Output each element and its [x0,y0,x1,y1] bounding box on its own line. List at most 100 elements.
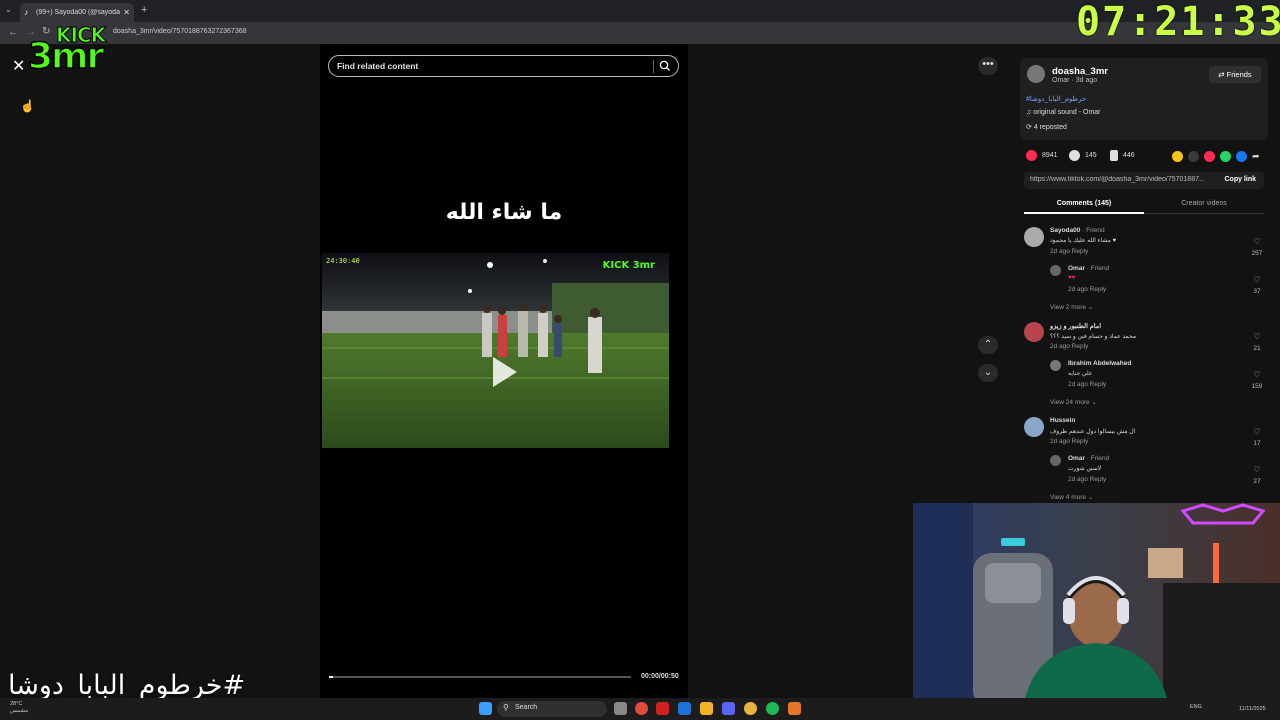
browser-tab[interactable]: ♪ (99+) Sayoda00 (@sayoda0001) ✕ [20,3,134,22]
next-video-icon[interactable]: ⌄ [978,364,998,382]
emoji-share-icon[interactable] [1172,151,1183,162]
avatar[interactable] [1024,227,1044,247]
tab-comments[interactable]: Comments (145) [1024,200,1144,207]
send-icon[interactable] [1204,151,1215,162]
avatar[interactable] [1050,360,1061,371]
search-divider [653,60,654,73]
video-progress-fill [329,676,333,678]
weather-desc: مشمس [10,708,29,714]
previous-video-icon[interactable]: ⌃ [978,336,998,354]
comment-meta[interactable]: 2d ago Reply [1050,248,1088,255]
like-icon[interactable]: ♡ [1249,275,1265,284]
like-icon[interactable]: ♡ [1249,332,1265,341]
view-more-replies[interactable]: View 4 more ⌄ [1050,493,1093,501]
avatar[interactable] [1050,455,1061,466]
close-icon[interactable]: ✕ [12,56,25,76]
comment-author[interactable]: Omar · Friend [1068,455,1109,462]
search-icon[interactable] [658,59,672,73]
comments-count: 145 [1085,152,1097,159]
taskbar-date[interactable]: 11/11/2025 [1239,706,1266,712]
like-stat[interactable]: 8941 [1026,150,1058,161]
share-arrow-icon[interactable]: ➦ [1252,151,1263,162]
comment-meta[interactable]: 2d ago Reply [1068,476,1106,483]
tab-creator-videos[interactable]: Creator videos [1144,200,1264,207]
weather-widget[interactable]: 28°C مشمس [10,701,28,715]
comment-author[interactable]: امام الطنبور و زيزو [1050,322,1101,330]
avatar[interactable] [1024,417,1044,437]
comment-author-name: امام الطنبور و زيزو [1050,323,1102,330]
heart-icon [1026,150,1037,161]
search-icon: ⚲ [503,703,509,712]
comment-text: ♥♥ [1068,275,1076,281]
comment-stat[interactable]: 145 [1069,150,1097,161]
tab-list-icon[interactable]: ⌄ [5,5,12,14]
discord-icon[interactable] [722,702,735,715]
app-icon[interactable] [635,702,648,715]
friends-icon: ⇄ [1218,70,1227,79]
app-icon[interactable] [788,702,801,715]
whatsapp-icon[interactable] [1220,151,1231,162]
comment-author[interactable]: Hussein [1050,417,1075,424]
url-field[interactable]: doasha_3mr/video/7570188763272367368 [113,28,247,35]
comment-author-name: Hussein [1050,417,1076,424]
new-tab-button[interactable]: + [141,4,147,16]
screen: ⌄ ♪ (99+) Sayoda00 (@sayoda0001) ✕ + ← →… [0,0,1280,720]
comment-author-name: Omar [1068,455,1085,462]
friends-button[interactable]: ⇄ Friends [1209,66,1261,83]
stats-row: 8941 145 446 ➦ [1024,150,1264,164]
tab-close-icon[interactable]: ✕ [123,8,130,17]
avatar[interactable] [1050,265,1061,276]
comment-meta[interactable]: 2d ago Reply [1068,381,1106,388]
video-progress-bar[interactable] [329,676,631,678]
taskbar-search-label: Search [515,704,538,711]
author-name[interactable]: doasha_3mr [1052,66,1108,77]
save-stat[interactable]: 446 [1110,150,1135,161]
kick-logo-name: 3mr [27,36,105,77]
video-frame[interactable]: 24:30:40 KICK 3mr [322,253,669,448]
spotify-icon[interactable] [766,702,779,715]
author-avatar[interactable] [1027,65,1045,83]
inner-kick-logo: KICK 3mr [602,260,655,271]
comment-meta[interactable]: 2d ago Reply [1050,438,1088,445]
comment-author-name: Sayoda00 [1050,227,1081,234]
webcam-scene [913,503,1280,708]
facebook-icon[interactable] [1236,151,1247,162]
comment-author[interactable]: Omar · Friend [1068,265,1109,272]
embed-icon[interactable] [1188,151,1199,162]
app-icon[interactable] [656,702,669,715]
repost-icon: ⟳ [1026,124,1034,131]
copy-link-button[interactable]: Copy link [1224,176,1256,183]
comment-author[interactable]: Sayoda00 · Friend [1050,227,1105,234]
folder-icon[interactable] [700,702,713,715]
related-search-input[interactable]: Find related content [328,55,679,77]
play-icon[interactable] [493,357,517,387]
hashtag-link[interactable]: #خرطوم_البابا_دوشا [1026,95,1086,103]
avatar[interactable] [1024,322,1044,342]
comment-text: مشاء الله عليك يا محمود ♥ [1050,238,1117,244]
chrome-icon[interactable] [744,702,757,715]
comment-meta[interactable]: 2d ago Reply [1050,343,1088,350]
task-view-icon[interactable] [614,702,627,715]
like-icon[interactable]: ♡ [1249,370,1265,379]
comment-author-name: Omar [1068,265,1085,272]
comment-author[interactable]: Ibrahim Abdelwahed [1068,360,1131,367]
taskbar-search[interactable]: ⚲ Search [497,701,607,717]
like-icon[interactable]: ♡ [1249,465,1265,474]
app-icon[interactable] [678,702,691,715]
view-more-replies[interactable]: View 2 more ⌄ [1050,303,1093,311]
back-icon[interactable]: ← [8,27,18,38]
tab-title: (99+) Sayoda00 (@sayoda0001) [36,9,120,16]
like-icon[interactable]: ♡ [1249,237,1265,246]
view-more-replies[interactable]: View 24 more ⌄ [1050,398,1097,406]
start-icon[interactable] [479,702,492,715]
comment-meta[interactable]: 2d ago Reply [1068,286,1106,293]
video-link[interactable]: https://www.tiktok.com/@doasha_3mr/video… [1030,176,1214,183]
comment-text: لاسين شورت [1068,466,1102,472]
more-options-icon[interactable]: ••• [978,57,998,75]
reposted-row[interactable]: ⟳ 4 reposted [1026,123,1067,131]
language-indicator[interactable]: ENG [1190,704,1202,710]
friend-tag: · Friend [1084,265,1110,272]
like-icon[interactable]: ♡ [1249,427,1265,436]
comment-text: ال مش بيسالوا دول عندهم ظروف [1050,429,1136,435]
sound-row[interactable]: ♫ original sound - Omar [1026,109,1101,116]
